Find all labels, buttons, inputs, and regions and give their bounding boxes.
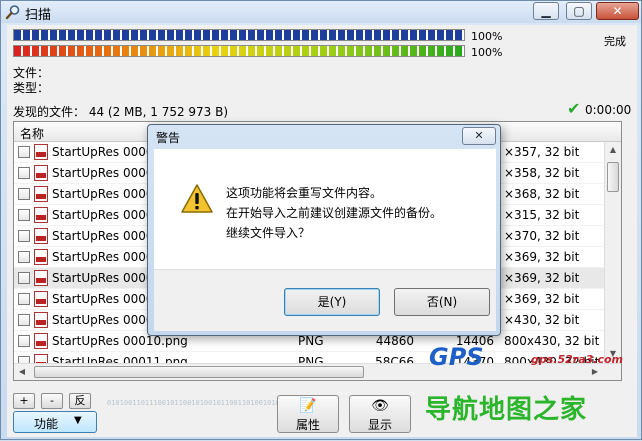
dialog-button-bar: 是(Y) 否(N) — [154, 269, 496, 331]
warning-dialog: 警告 ✕ 这项功能将会重写文件内容。 在开始导入之前建议创建源文件的备份。 继续… — [147, 124, 501, 336]
close-icon: ✕ — [474, 129, 484, 142]
dialog-message-line1: 这项功能将会重写文件内容。 — [226, 186, 383, 200]
dialog-message-line3: 继续文件导入？ — [226, 226, 311, 240]
dialog-message-line2: 在开始导入之前建议创建源文件的备份。 — [226, 206, 443, 220]
yes-button[interactable]: 是(Y) — [284, 288, 380, 316]
dialog-close-button[interactable]: ✕ — [462, 127, 496, 145]
warning-icon — [181, 184, 213, 213]
modal-overlay: 警告 ✕ 这项功能将会重写文件内容。 在开始导入之前建议创建源文件的备份。 继续… — [1, 1, 642, 441]
scan-window: 扫描 ▁ ▢ ✕ 100% 100% 完成 文件： 类型： 发现的文件： 44 … — [0, 0, 642, 440]
no-button[interactable]: 否(N) — [394, 288, 490, 316]
dialog-title: 警告 — [156, 131, 181, 145]
dialog-body: 这项功能将会重写文件内容。 在开始导入之前建议创建源文件的备份。 继续文件导入？ — [154, 149, 496, 269]
